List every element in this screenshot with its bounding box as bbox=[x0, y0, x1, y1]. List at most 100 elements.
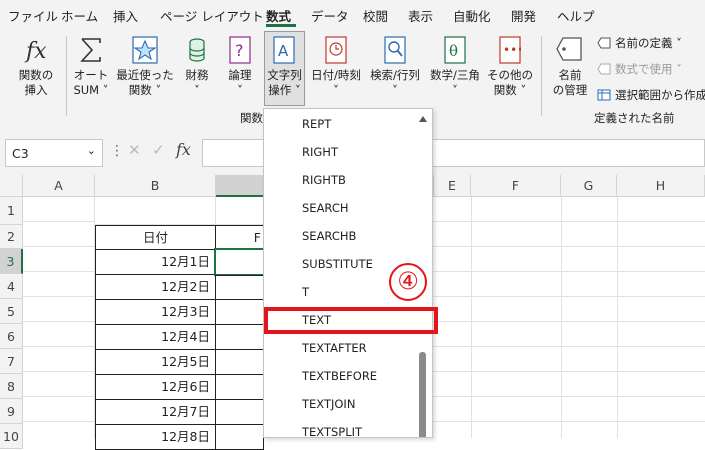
menu-item-right[interactable]: RIGHT bbox=[302, 145, 338, 159]
cell-c5[interactable] bbox=[215, 299, 264, 325]
cell-c1[interactable] bbox=[216, 197, 264, 225]
column-header-a[interactable]: A bbox=[23, 175, 95, 197]
text-item-highlight-box bbox=[264, 307, 438, 334]
row-header[interactable]: 7 bbox=[0, 349, 23, 374]
scroll-up-icon[interactable] bbox=[414, 113, 432, 125]
cell-b2[interactable]: 日付 bbox=[95, 225, 216, 250]
tab-file[interactable]: ファイル bbox=[8, 6, 58, 25]
define-name-button[interactable]: 名前の定義 ˅ bbox=[597, 35, 682, 51]
menu-item-textsplit[interactable]: TEXTSPLIT bbox=[302, 425, 362, 437]
financial-label-2: ˅ bbox=[194, 83, 200, 97]
cell-b9[interactable]: 12月7日 bbox=[95, 399, 216, 425]
create-from-selection-button[interactable]: 選択範囲から作成 bbox=[597, 87, 705, 103]
cancel-icon[interactable]: ✕ bbox=[128, 141, 141, 159]
function-library-group-label: 関数 bbox=[240, 111, 263, 125]
tab-page-layout[interactable]: ページ レイアウト bbox=[160, 6, 264, 25]
ribbon-separator bbox=[541, 36, 542, 116]
name-manager-button[interactable]: 名前 の管理 bbox=[549, 68, 591, 98]
column-header-h[interactable]: H bbox=[617, 175, 705, 197]
create-from-selection-label: 選択範囲から作成 bbox=[615, 88, 705, 102]
menu-item-rightb[interactable]: RIGHTB bbox=[302, 173, 346, 187]
cell-b3[interactable]: 12月1日 bbox=[95, 249, 216, 275]
column-a-cells[interactable] bbox=[23, 197, 95, 438]
row-header[interactable]: 2 bbox=[0, 225, 23, 249]
cell-b6[interactable]: 12月4日 bbox=[95, 324, 216, 350]
tab-data[interactable]: データ bbox=[311, 6, 349, 25]
select-all-corner[interactable] bbox=[0, 175, 23, 197]
recently-used-button[interactable]: 最近使った 関数 ˅ bbox=[114, 68, 176, 98]
row-header[interactable]: 8 bbox=[0, 374, 23, 399]
menu-item-t[interactable]: T bbox=[302, 285, 309, 299]
row-header[interactable]: 10 bbox=[0, 424, 23, 449]
column-header-f[interactable]: F bbox=[471, 175, 561, 197]
cell-c9[interactable] bbox=[215, 399, 264, 425]
column-header-c[interactable] bbox=[216, 175, 264, 197]
column-header-g[interactable]: G bbox=[561, 175, 617, 197]
cell-c10[interactable] bbox=[215, 424, 264, 450]
logical-button[interactable]: 論理 ˅ bbox=[221, 68, 259, 98]
more-functions-button[interactable]: その他の 関数 ˅ bbox=[486, 68, 534, 98]
cell-b7[interactable]: 12月5日 bbox=[95, 349, 216, 375]
cell-c8[interactable] bbox=[215, 374, 264, 400]
tab-view[interactable]: 表示 bbox=[408, 6, 433, 25]
define-name-label: 名前の定義 ˅ bbox=[615, 36, 682, 50]
cell-c7[interactable] bbox=[215, 349, 264, 375]
cell-b8[interactable]: 12月6日 bbox=[95, 374, 216, 400]
name-manager-label-1: 名前 bbox=[558, 68, 582, 82]
enter-icon[interactable]: ✓ bbox=[152, 141, 165, 159]
menu-item-textbefore[interactable]: TEXTBEFORE bbox=[302, 369, 377, 383]
tab-insert[interactable]: 挿入 bbox=[113, 6, 138, 25]
menu-item-textjoin[interactable]: TEXTJOIN bbox=[302, 397, 355, 411]
menu-item-searchb[interactable]: SEARCHB bbox=[302, 229, 356, 243]
tab-developer[interactable]: 開発 bbox=[511, 6, 536, 25]
column-header-b[interactable]: B bbox=[95, 175, 216, 197]
name-box[interactable]: C3 ⌄ bbox=[5, 139, 103, 167]
cell-c4[interactable] bbox=[215, 275, 264, 300]
chevron-down-icon[interactable]: ⌄ bbox=[87, 144, 96, 157]
more-functions-icon: ••• bbox=[499, 36, 524, 64]
tab-home[interactable]: ホーム bbox=[61, 6, 98, 25]
right-columns-cells[interactable] bbox=[433, 197, 705, 438]
gridline bbox=[617, 197, 618, 438]
use-in-formula-button[interactable]: 数式で使用 ˅ bbox=[597, 61, 682, 77]
tab-automate[interactable]: 自動化 bbox=[453, 6, 491, 25]
name-manager-label-2: の管理 bbox=[552, 83, 588, 97]
row-header-selected[interactable]: 3 bbox=[0, 249, 23, 274]
menu-item-rept[interactable]: REPT bbox=[302, 117, 331, 131]
more-options-icon[interactable]: ⋮ bbox=[110, 143, 124, 159]
financial-icon bbox=[186, 36, 208, 64]
scrollbar-thumb[interactable] bbox=[419, 352, 426, 437]
autosum-button[interactable]: オート SUM ˅ bbox=[68, 68, 114, 98]
row-header[interactable]: 6 bbox=[0, 324, 23, 349]
recent-label-1: 最近使った bbox=[116, 68, 174, 82]
tab-formulas[interactable]: 数式 bbox=[266, 6, 291, 25]
cell-c2[interactable]: F bbox=[215, 225, 264, 250]
cell-c3-selected[interactable] bbox=[214, 248, 265, 276]
create-from-selection-icon bbox=[597, 89, 611, 101]
cell-c6[interactable] bbox=[215, 324, 264, 350]
datetime-label-2: ˅ bbox=[333, 83, 339, 97]
row-header[interactable]: 5 bbox=[0, 299, 23, 324]
tab-help[interactable]: ヘルプ bbox=[557, 6, 595, 25]
row-header[interactable]: 1 bbox=[0, 197, 23, 225]
datetime-button[interactable]: 日付/時刻 ˅ bbox=[308, 68, 364, 98]
menu-item-substitute[interactable]: SUBSTITUTE bbox=[302, 257, 373, 271]
text-label-2: 操作 ˅ bbox=[268, 83, 301, 97]
financial-button[interactable]: 財務 ˅ bbox=[178, 68, 216, 98]
column-header-e[interactable]: E bbox=[433, 175, 471, 197]
menu-item-textafter[interactable]: TEXTAFTER bbox=[302, 341, 367, 355]
insert-function-button[interactable]: 関数の 挿入 bbox=[12, 68, 60, 98]
ribbon-tabs: ファイル ホーム 挿入 ページ レイアウト 数式 データ 校閲 表示 自動化 開… bbox=[0, 0, 705, 28]
svg-text:fx: fx bbox=[24, 39, 47, 64]
row-header[interactable]: 9 bbox=[0, 399, 23, 424]
insert-function-fx-icon[interactable]: fx bbox=[176, 140, 191, 159]
menu-item-search[interactable]: SEARCH bbox=[302, 201, 349, 215]
cell-b10[interactable]: 12月8日 bbox=[95, 424, 216, 450]
tab-review[interactable]: 校閲 bbox=[363, 6, 388, 25]
row-header[interactable]: 4 bbox=[0, 274, 23, 299]
cell-b1[interactable] bbox=[95, 197, 216, 225]
math-button[interactable]: 数学/三角 ˅ bbox=[426, 68, 484, 98]
lookup-button[interactable]: 検索/行列 ˅ bbox=[366, 68, 424, 98]
cell-b4[interactable]: 12月2日 bbox=[95, 274, 216, 300]
cell-b5[interactable]: 12月3日 bbox=[95, 299, 216, 325]
